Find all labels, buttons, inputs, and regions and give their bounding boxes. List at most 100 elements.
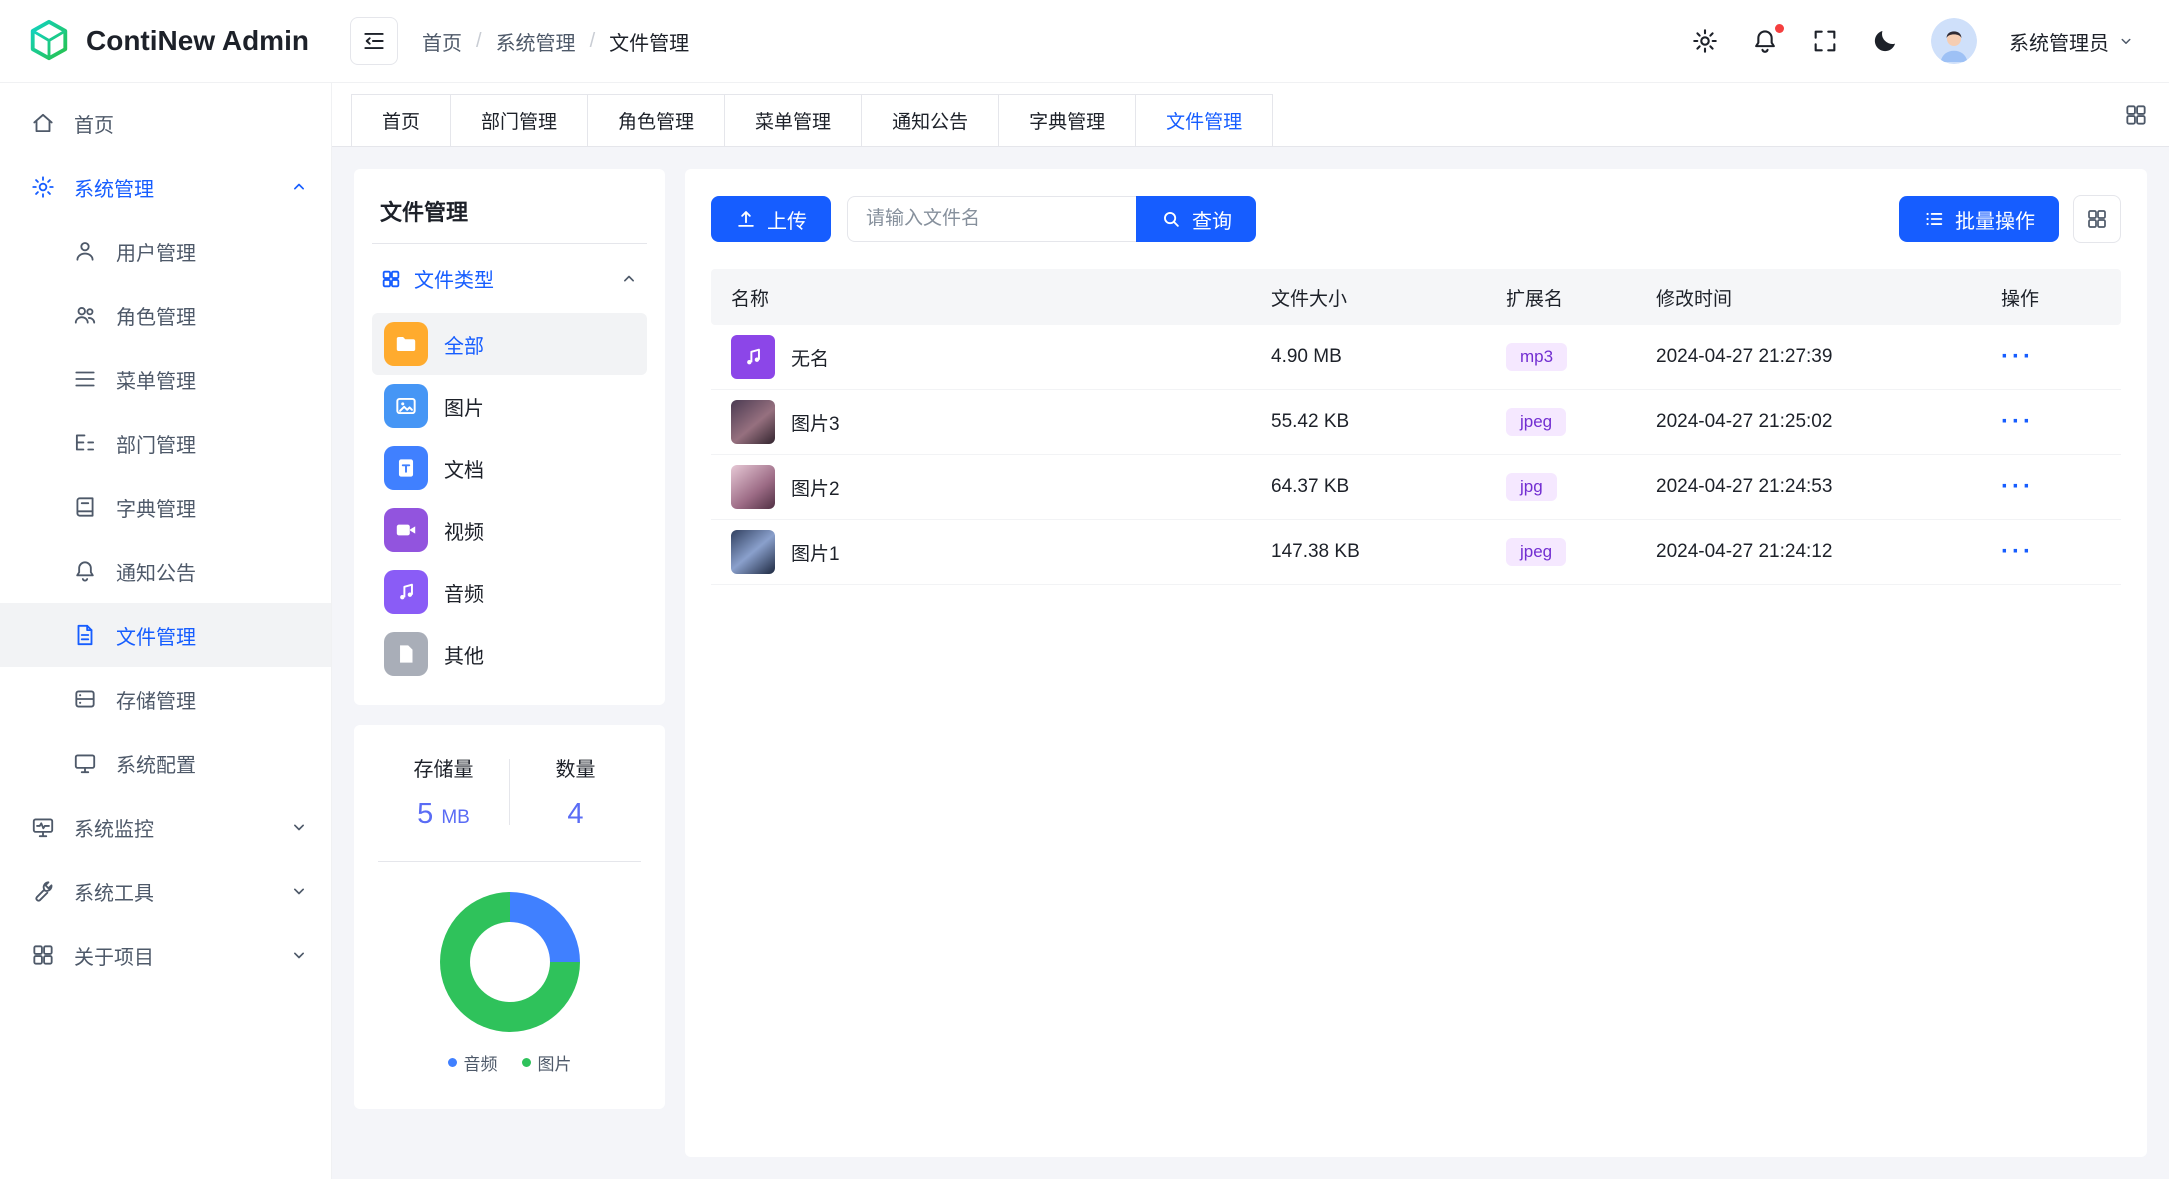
table-row[interactable]: 图片1 147.38 KB jpeg 2024-04-27 21:24:12 ·… bbox=[711, 520, 2121, 585]
sidebar-item-notice[interactable]: 通知公告 bbox=[0, 539, 331, 603]
dark-mode-moon-icon[interactable] bbox=[1871, 27, 1899, 55]
notification-bell-icon[interactable] bbox=[1751, 27, 1779, 55]
file-size: 55.42 KB bbox=[1271, 411, 1506, 433]
sidebar-item-label: 部门管理 bbox=[116, 429, 309, 458]
notification-badge bbox=[1775, 24, 1784, 33]
sidebar-item-label: 系统工具 bbox=[74, 877, 271, 906]
column-header-name: 名称 bbox=[711, 284, 1271, 311]
sidebar-item-dict-mgmt[interactable]: 字典管理 bbox=[0, 475, 331, 539]
file-type-doc[interactable]: 文档 bbox=[372, 437, 647, 499]
tab-notice[interactable]: 通知公告 bbox=[861, 94, 999, 146]
sidebar-item-about-project[interactable]: 关于项目 bbox=[0, 923, 331, 987]
search-input[interactable] bbox=[847, 196, 1136, 242]
file-type-audio[interactable]: 音频 bbox=[372, 561, 647, 623]
sidebar-item-label: 字典管理 bbox=[116, 493, 309, 522]
modified-time: 2024-04-27 21:24:53 bbox=[1656, 476, 2001, 498]
file-list-panel: 上传 查询 批量操作 bbox=[685, 169, 2147, 1157]
sidebar-item-label: 菜单管理 bbox=[116, 365, 309, 394]
tab-options-grid-icon[interactable] bbox=[2123, 102, 2169, 128]
file-type-label: 图片 bbox=[444, 392, 484, 421]
upload-icon bbox=[735, 208, 757, 230]
file-name: 无名 bbox=[791, 344, 829, 371]
grid-view-toggle[interactable] bbox=[2073, 195, 2121, 243]
table-row[interactable]: 无名 4.90 MB mp3 2024-04-27 21:27:39 ··· bbox=[711, 325, 2121, 390]
upload-button[interactable]: 上传 bbox=[711, 196, 831, 242]
tab-menu-mgmt[interactable]: 菜单管理 bbox=[724, 94, 862, 146]
storage-value: 5 bbox=[417, 798, 433, 830]
breadcrumb-item-home[interactable]: 首页 bbox=[422, 27, 462, 56]
app-logo-icon bbox=[26, 18, 72, 64]
user-icon bbox=[72, 238, 98, 264]
user-menu[interactable]: 系统管理员 bbox=[2009, 27, 2135, 56]
file-type-video[interactable]: 视频 bbox=[372, 499, 647, 561]
image-icon bbox=[384, 384, 428, 428]
header-main: 首页 / 系统管理 / 文件管理 bbox=[332, 17, 2169, 65]
sidebar-item-dept-mgmt[interactable]: 部门管理 bbox=[0, 411, 331, 475]
sidebar-item-file-mgmt[interactable]: 文件管理 bbox=[0, 603, 331, 667]
sidebar-item-role-mgmt[interactable]: 角色管理 bbox=[0, 283, 331, 347]
users-icon bbox=[72, 302, 98, 328]
table-row[interactable]: 图片2 64.37 KB jpg 2024-04-27 21:24:53 ··· bbox=[711, 455, 2121, 520]
user-avatar[interactable] bbox=[1931, 18, 1977, 64]
fullscreen-icon[interactable] bbox=[1811, 27, 1839, 55]
column-header-size: 文件大小 bbox=[1271, 284, 1506, 311]
batch-operations-button[interactable]: 批量操作 bbox=[1899, 196, 2059, 242]
file-type-all[interactable]: 全部 bbox=[372, 313, 647, 375]
sidebar-item-system-monitor[interactable]: 系统监控 bbox=[0, 795, 331, 859]
sidebar-collapse-button[interactable] bbox=[350, 17, 398, 65]
table-row[interactable]: 图片3 55.42 KB jpeg 2024-04-27 21:25:02 ··… bbox=[711, 390, 2121, 455]
breadcrumb-separator: / bbox=[590, 30, 596, 53]
file-type-label: 其他 bbox=[444, 640, 484, 669]
count-stat: 数量 4 bbox=[510, 753, 641, 831]
row-actions-ellipsis[interactable]: ··· bbox=[2001, 473, 2034, 500]
table-header: 名称 文件大小 扩展名 修改时间 操作 bbox=[711, 269, 2121, 325]
breadcrumb-item-system[interactable]: 系统管理 bbox=[496, 27, 576, 56]
modified-time: 2024-04-27 21:25:02 bbox=[1656, 411, 2001, 433]
sidebar-item-system-mgmt[interactable]: 系统管理 bbox=[0, 155, 331, 219]
storage-donut bbox=[440, 892, 580, 1032]
book-icon bbox=[72, 494, 98, 520]
file-type-label: 音频 bbox=[444, 578, 484, 607]
sidebar-item-system-config[interactable]: 系统配置 bbox=[0, 731, 331, 795]
chevron-down-icon bbox=[2117, 32, 2135, 50]
chevron-down-icon bbox=[289, 817, 309, 837]
logo-area[interactable]: ContiNew Admin bbox=[0, 18, 332, 64]
video-icon bbox=[384, 508, 428, 552]
sidebar-item-label: 通知公告 bbox=[116, 557, 309, 586]
ext-tag: mp3 bbox=[1506, 343, 1567, 371]
ext-tag: jpg bbox=[1506, 473, 1557, 501]
tab-dept-mgmt[interactable]: 部门管理 bbox=[450, 94, 588, 146]
header: ContiNew Admin 首页 / 系统管理 / 文件管理 bbox=[0, 0, 2169, 83]
file-type-section-header[interactable]: 文件类型 bbox=[372, 244, 647, 313]
sidebar-item-home[interactable]: 首页 bbox=[0, 91, 331, 155]
grid-icon bbox=[2085, 207, 2109, 231]
gear-icon bbox=[30, 174, 56, 200]
tab-role-mgmt[interactable]: 角色管理 bbox=[587, 94, 725, 146]
tab-file-mgmt[interactable]: 文件管理 bbox=[1135, 94, 1273, 146]
music-icon bbox=[384, 570, 428, 614]
settings-gear-icon[interactable] bbox=[1691, 27, 1719, 55]
file-size: 64.37 KB bbox=[1271, 476, 1506, 498]
file-table: 名称 文件大小 扩展名 修改时间 操作 无名 bbox=[711, 269, 2121, 585]
row-actions-ellipsis[interactable]: ··· bbox=[2001, 408, 2034, 435]
file-type-image[interactable]: 图片 bbox=[372, 375, 647, 437]
sidebar-item-system-tools[interactable]: 系统工具 bbox=[0, 859, 331, 923]
sidebar-item-label: 文件管理 bbox=[116, 621, 309, 650]
sidebar-item-user-mgmt[interactable]: 用户管理 bbox=[0, 219, 331, 283]
row-actions-ellipsis[interactable]: ··· bbox=[2001, 343, 2034, 370]
wrench-icon bbox=[30, 878, 56, 904]
chevron-down-icon bbox=[289, 881, 309, 901]
image-thumbnail bbox=[731, 400, 775, 444]
tab-dict-mgmt[interactable]: 字典管理 bbox=[998, 94, 1136, 146]
sidebar-item-menu-mgmt[interactable]: 菜单管理 bbox=[0, 347, 331, 411]
sidebar-item-label: 系统监控 bbox=[74, 813, 271, 842]
query-button[interactable]: 查询 bbox=[1136, 196, 1256, 242]
folder-icon bbox=[384, 322, 428, 366]
file-type-other[interactable]: 其他 bbox=[372, 623, 647, 685]
breadcrumb: 首页 / 系统管理 / 文件管理 bbox=[422, 27, 689, 56]
header-actions: 系统管理员 bbox=[1691, 18, 2135, 64]
tab-home[interactable]: 首页 bbox=[351, 94, 451, 146]
sidebar-item-storage-mgmt[interactable]: 存储管理 bbox=[0, 667, 331, 731]
row-actions-ellipsis[interactable]: ··· bbox=[2001, 538, 2034, 565]
file-type-label: 文档 bbox=[444, 454, 484, 483]
